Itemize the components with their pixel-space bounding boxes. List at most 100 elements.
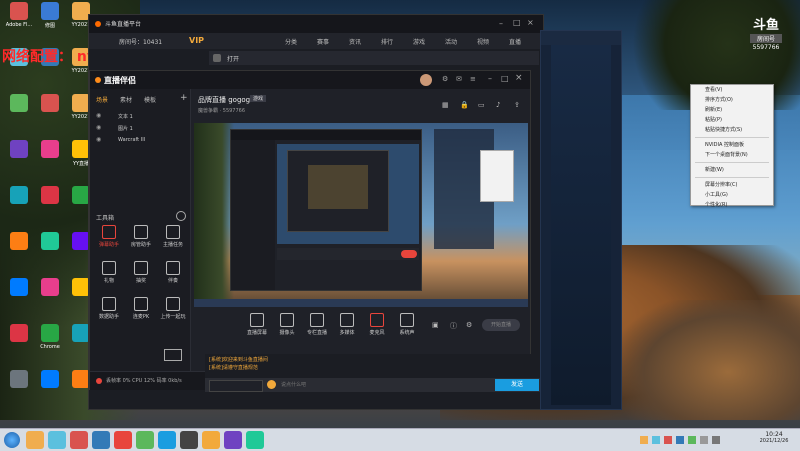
more-tools-icon[interactable] xyxy=(164,349,182,361)
bottom-tool-button[interactable]: 专栏直播 xyxy=(304,313,330,336)
taskbar-app-icon[interactable] xyxy=(202,431,220,449)
bottom-tool-button[interactable]: 麦克风 xyxy=(364,313,390,336)
tool-button[interactable]: 弹幕助手 xyxy=(96,225,122,248)
taskbar-app-icon[interactable] xyxy=(48,431,66,449)
tool-button[interactable]: 连麦PK xyxy=(128,297,154,320)
side-tab[interactable]: 模板 xyxy=(144,95,156,104)
bottom-tool-button[interactable]: 多媒体 xyxy=(334,313,360,336)
maximize-icon[interactable]: □ xyxy=(513,18,521,27)
eye-icon[interactable]: ◉ xyxy=(96,136,101,143)
tools-info-icon[interactable] xyxy=(176,211,186,221)
info-icon[interactable]: ⓘ xyxy=(450,321,457,331)
desktop-icon[interactable] xyxy=(2,278,36,318)
emoji-icon[interactable] xyxy=(267,380,276,389)
desktop-icon[interactable] xyxy=(2,370,36,410)
taskbar-app-icon[interactable] xyxy=(136,431,154,449)
send-button[interactable]: 发送 xyxy=(495,379,539,391)
vip-badge[interactable]: VIP xyxy=(189,36,204,45)
streamer-maximize-icon[interactable]: □ xyxy=(501,74,509,83)
outer-nav-item[interactable]: 游戏 xyxy=(413,37,425,46)
message-icon[interactable]: ✉ xyxy=(456,75,462,83)
close-icon[interactable]: × xyxy=(527,18,534,27)
context-menu-item[interactable]: 屏幕分辨率(C) xyxy=(691,180,773,190)
tool-button[interactable]: 上传一起玩 xyxy=(160,297,186,320)
outer-titlebar[interactable]: 斗鱼直播平台 – □ × xyxy=(89,15,543,33)
streamer-close-icon[interactable]: × xyxy=(515,73,523,83)
share-icon[interactable]: ⇪ xyxy=(514,101,520,109)
desktop-icon[interactable] xyxy=(2,94,36,134)
context-menu-item[interactable]: 排序方式(O) xyxy=(691,95,773,105)
start-stream-button[interactable]: 开始直播 xyxy=(482,319,520,331)
tool-button[interactable]: 抽奖 xyxy=(128,261,154,284)
source-item[interactable]: ◉ Warcraft III xyxy=(94,135,186,146)
bell-icon[interactable]: ♪ xyxy=(496,101,500,109)
desktop-icon[interactable] xyxy=(33,186,67,226)
context-menu-item[interactable]: NVIDIA 控制面板 xyxy=(691,140,773,150)
context-menu-item[interactable]: 查看(V) xyxy=(691,85,773,95)
desktop-icon[interactable] xyxy=(2,186,36,226)
streamer-titlebar[interactable]: 直播伴侣 ⚙ ✉ ≡ – □ × xyxy=(90,71,530,89)
tool-button[interactable]: 数据助手 xyxy=(96,297,122,320)
taskbar-app-icon[interactable] xyxy=(70,431,88,449)
minimize-icon[interactable]: – xyxy=(499,19,503,28)
context-menu-item[interactable]: 新建(W) xyxy=(691,165,773,175)
context-menu-item[interactable]: 个性化(R) xyxy=(691,200,773,210)
start-button-icon[interactable] xyxy=(4,432,20,448)
layout-icon[interactable]: ▦ xyxy=(442,101,449,109)
desktop-icon[interactable] xyxy=(33,232,67,272)
stream-tag[interactable]: 游戏 xyxy=(250,95,267,102)
desktop-icon[interactable] xyxy=(33,370,67,410)
bottom-tool-button[interactable]: 直播屏幕 xyxy=(244,313,270,336)
outer-nav-item[interactable]: 活动 xyxy=(445,37,457,46)
taskbar-app-icon[interactable] xyxy=(26,431,44,449)
outer-nav-item[interactable]: 视频 xyxy=(477,37,489,46)
taskbar-app-icon[interactable] xyxy=(92,431,110,449)
tool-button[interactable]: 礼物 xyxy=(96,261,122,284)
taskbar-app-icon[interactable] xyxy=(114,431,132,449)
desktop-icon[interactable] xyxy=(33,94,67,134)
desktop-icon[interactable] xyxy=(33,140,67,180)
tool-button[interactable]: 房管助手 xyxy=(128,225,154,248)
context-menu-item[interactable]: 粘贴快捷方式(S) xyxy=(691,125,773,135)
eye-icon[interactable]: ◉ xyxy=(96,124,101,131)
tool-button[interactable]: 伴奏 xyxy=(160,261,186,284)
outer-nav-item[interactable]: 资讯 xyxy=(349,37,361,46)
source-item[interactable]: ◉ 图片 1 xyxy=(94,123,186,134)
record-icon[interactable]: ▣ xyxy=(432,321,439,329)
desktop-icon[interactable] xyxy=(2,140,36,180)
context-menu-item[interactable]: 下一个桌面背景(N) xyxy=(691,150,773,160)
taskbar-app-icon[interactable] xyxy=(246,431,264,449)
eye-icon[interactable]: ◉ xyxy=(96,112,101,119)
open-label[interactable]: 打开 xyxy=(227,54,239,63)
network-icon[interactable] xyxy=(712,436,720,444)
context-menu-item[interactable]: 刷新(E) xyxy=(691,105,773,115)
avatar[interactable] xyxy=(420,74,432,86)
screen-icon[interactable]: ▭ xyxy=(478,101,485,109)
outer-nav-item[interactable]: 直播 xyxy=(509,37,521,46)
bottom-tool-button[interactable]: 摄像头 xyxy=(274,313,300,336)
context-menu-item[interactable]: 粘贴(P) xyxy=(691,115,773,125)
desktop-icon[interactable] xyxy=(2,324,36,364)
source-item[interactable]: ◉ 文本 1 xyxy=(94,111,186,122)
tray-icon[interactable] xyxy=(652,436,660,444)
preview-stage[interactable] xyxy=(194,123,528,307)
chat-input[interactable]: 说点什么吧 xyxy=(281,381,306,388)
lock-icon[interactable]: 🔒 xyxy=(460,101,469,109)
desktop-icon[interactable]: Adobe Fl... xyxy=(2,2,36,42)
desktop-icon[interactable] xyxy=(2,232,36,272)
tray-icon[interactable] xyxy=(676,436,684,444)
tray-icon[interactable] xyxy=(664,436,672,444)
tray-icon[interactable] xyxy=(688,436,696,444)
outer-nav-item[interactable]: 排行 xyxy=(381,37,393,46)
clock[interactable]: 10:24 2021/12/26 xyxy=(752,431,796,444)
desktop-icon[interactable] xyxy=(33,278,67,318)
side-tab[interactable]: 素材 xyxy=(120,95,132,104)
desktop-icon[interactable]: Chrome xyxy=(33,324,67,364)
desktop-icon[interactable]: 修图 xyxy=(33,2,67,42)
chat-channel-select[interactable] xyxy=(209,380,263,392)
stream-title[interactable]: 品牌直播 gogogo xyxy=(198,95,254,105)
settings-icon[interactable]: ⚙ xyxy=(442,75,448,83)
tray-icon[interactable] xyxy=(640,436,648,444)
volume-icon[interactable] xyxy=(700,436,708,444)
context-menu-item[interactable]: 小工具(G) xyxy=(691,190,773,200)
